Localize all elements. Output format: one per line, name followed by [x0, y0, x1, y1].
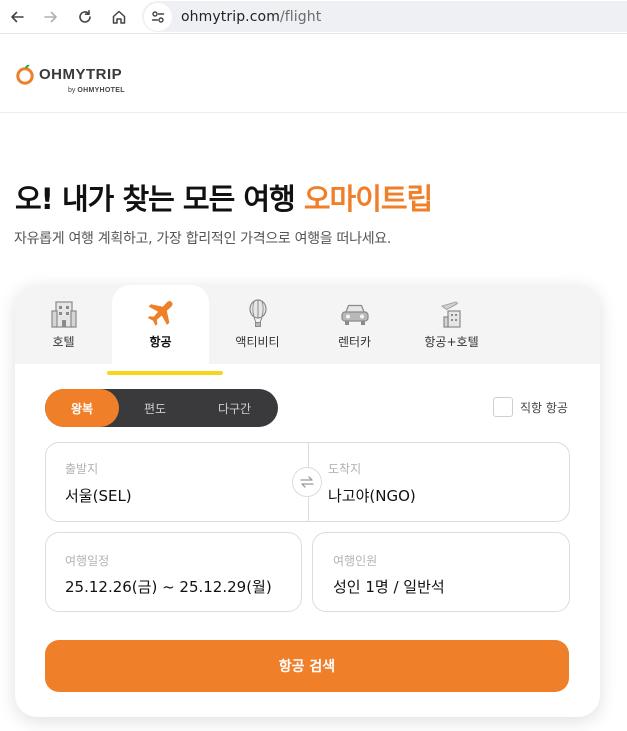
active-tab-indicator: [107, 371, 223, 375]
car-icon: [338, 297, 372, 331]
origin-field[interactable]: 서울(SEL): [65, 485, 132, 506]
address-bar[interactable]: ohmytrip.com/flight: [142, 1, 627, 32]
passengers-label: 여행인원: [333, 554, 378, 568]
tab-flight-hotel[interactable]: 항공+호텔: [403, 285, 500, 364]
url-host: ohmytrip.com: [181, 8, 280, 25]
destination-field[interactable]: 나고야(NGO): [328, 485, 416, 506]
one-way-option[interactable]: 편도: [119, 389, 191, 427]
flight-search-button[interactable]: 항공 검색: [45, 640, 569, 692]
trip-type-toggle: 왕복 편도 다구간: [45, 389, 278, 427]
tab-flight-label: 항공: [149, 335, 172, 349]
hero-subtitle: 자유롭게 여행 계획하고, 가장 합리적인 가격으로 여행을 떠나세요.: [14, 231, 392, 247]
hero-title-main: 오! 내가 찾는 모든 여행: [15, 182, 304, 216]
tab-activity-label: 액티비티: [235, 335, 280, 349]
logo-text: OHMYTRIP: [39, 65, 123, 83]
tab-rentacar[interactable]: 렌터카: [306, 285, 403, 364]
round-trip-option[interactable]: 왕복: [45, 389, 119, 427]
tab-hotel-label: 호텔: [52, 335, 75, 349]
home-button[interactable]: [102, 0, 136, 34]
arrow-left-icon: [11, 11, 24, 22]
destination-label: 도착지: [328, 462, 362, 476]
arrow-right-icon: [44, 11, 57, 22]
passengers-field[interactable]: 여행인원 성인 1명 / 일반석: [312, 532, 570, 612]
tab-flight-hotel-label: 항공+호텔: [424, 335, 479, 349]
tab-activity[interactable]: 액티비티: [209, 285, 306, 364]
ohmytrip-logo[interactable]: OHMYTRIP: [15, 63, 122, 85]
hero-title-accent: 오마이트립: [303, 182, 433, 216]
reload-icon: [79, 9, 91, 23]
direct-flight-label: 직항 항공: [520, 400, 568, 415]
direct-flight-filter[interactable]: 직항 항공: [493, 397, 568, 417]
home-icon: [112, 10, 126, 24]
swap-route-button[interactable]: [292, 467, 322, 497]
direct-flight-checkbox[interactable]: [493, 397, 513, 417]
forward-button[interactable]: [34, 0, 68, 34]
tab-flight[interactable]: 항공: [112, 285, 209, 364]
swap-icon: [300, 476, 314, 488]
airplane-icon: [144, 297, 178, 331]
travel-dates-value: 25.12.26(금) ~ 25.12.29(월): [65, 578, 272, 596]
orange-logo-icon: [16, 64, 34, 85]
logo-sub-brand: OHMYHOTEL: [77, 87, 125, 94]
hero-title: 오! 내가 찾는 모든 여행 오마이트립: [15, 176, 433, 218]
flight-search-card: 호텔 항공 액티비티 렌터카 항공+호텔 왕복 편도 다구간 직항 항공 출발지…: [15, 285, 600, 717]
category-tabs: 호텔 항공 액티비티 렌터카 항공+호텔: [15, 285, 600, 364]
site-header: OHMYTRIP by OHMYHOTEL: [0, 35, 627, 113]
passengers-value: 성인 1명 / 일반석: [333, 578, 445, 596]
travel-dates-field[interactable]: 여행일정 25.12.26(금) ~ 25.12.29(월): [45, 532, 302, 612]
travel-dates-label: 여행일정: [65, 554, 110, 568]
balloon-icon: [241, 297, 275, 331]
tab-hotel[interactable]: 호텔: [15, 285, 112, 364]
flight-hotel-icon: [435, 297, 469, 331]
site-info-button[interactable]: [144, 2, 172, 31]
tune-icon: [151, 10, 165, 23]
reload-button[interactable]: [68, 0, 102, 34]
origin-label: 출발지: [65, 462, 99, 476]
url-path: /flight: [279, 8, 322, 25]
multi-city-option[interactable]: 다구간: [191, 389, 278, 427]
back-button[interactable]: [0, 0, 34, 34]
logo-sub-prefix: by: [68, 87, 78, 94]
browser-toolbar: ohmytrip.com/flight: [0, 0, 627, 34]
tab-rentacar-label: 렌터카: [337, 335, 372, 349]
hotel-icon: [47, 297, 81, 331]
logo-subtext: by OHMYHOTEL: [68, 87, 125, 94]
route-box: 출발지 서울(SEL) 도착지 나고야(NGO): [45, 442, 570, 522]
url-text[interactable]: ohmytrip.com/flight: [181, 9, 321, 25]
